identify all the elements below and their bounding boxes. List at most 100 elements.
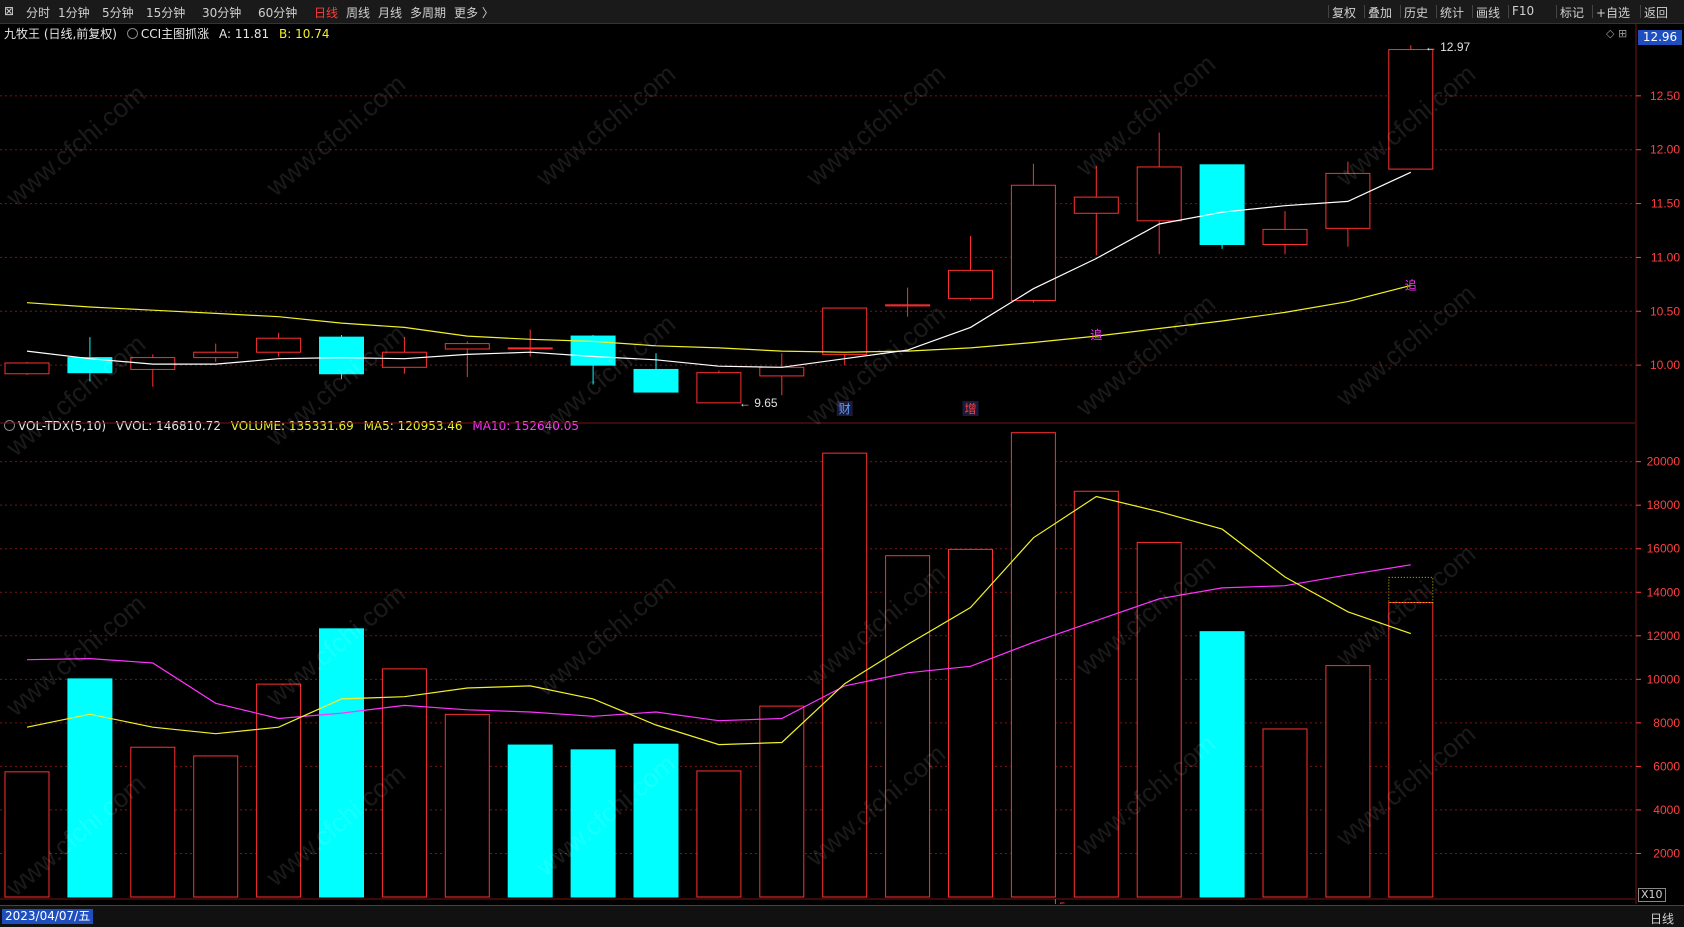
candle-body[interactable] (319, 336, 364, 375)
period-tab-10[interactable]: 更多 〉 (454, 4, 494, 21)
toolbar-button-8[interactable]: 返回 (1644, 4, 1668, 21)
period-tab-5[interactable]: 60分钟 (258, 4, 297, 21)
month-marker: 5 (1059, 901, 1065, 904)
volume-bar[interactable] (570, 749, 616, 898)
volume-bar[interactable] (130, 746, 176, 898)
candle-body[interactable] (885, 304, 931, 307)
toolbar-separator (1556, 5, 1557, 18)
volume-bar[interactable] (507, 744, 553, 898)
candle-body[interactable] (1388, 49, 1434, 170)
toolbar-separator (1400, 5, 1401, 18)
toolbar-button-1[interactable]: 叠加 (1368, 4, 1392, 21)
candle-body[interactable] (4, 362, 50, 375)
candle-body[interactable] (759, 366, 805, 377)
period-tab-7[interactable]: 周线 (346, 4, 370, 21)
price-extreme-label: ← 12.97 (1425, 40, 1471, 54)
price-tick-label: 11.50 (1651, 197, 1680, 211)
volume-tick-label: 16000 (1647, 542, 1681, 556)
toolbar-separator (1436, 5, 1437, 18)
ma-b-line (26, 284, 1411, 353)
volume-tick-label: 8000 (1653, 716, 1680, 730)
kline-chart[interactable]: 10.00 10.50 11.00 11.50 12.00 12.50 2000 4000 60… (0, 24, 1684, 904)
toolbar-separator (1328, 5, 1329, 18)
period-tab-3[interactable]: 15分钟 (146, 4, 185, 21)
volume-bar[interactable] (67, 678, 113, 898)
volume-bar[interactable] (193, 755, 239, 898)
candle-body[interactable] (444, 343, 490, 350)
period-tab-1[interactable]: 1分钟 (58, 4, 90, 21)
candle-body[interactable] (1136, 166, 1182, 222)
volume-bar[interactable] (256, 683, 302, 898)
event-marker[interactable]: 追 (1405, 277, 1417, 292)
price-tick-label: 12.50 (1650, 89, 1680, 103)
period-tab-9[interactable]: 多周期 (410, 4, 446, 21)
candle-body[interactable] (1010, 184, 1056, 302)
price-extreme-label: ← 9.65 (739, 396, 778, 410)
volume-tick-label: 4000 (1653, 803, 1680, 817)
volume-tick-label: 14000 (1647, 585, 1681, 599)
volume-bar[interactable] (1073, 490, 1119, 898)
candle-body[interactable] (1199, 164, 1245, 246)
candle-body[interactable] (633, 368, 679, 393)
candle-body[interactable] (193, 351, 239, 359)
candle-body[interactable] (948, 269, 993, 299)
vvol-projection (1388, 576, 1434, 603)
event-marker[interactable]: 财 (839, 402, 851, 416)
volume-bar[interactable] (948, 548, 993, 898)
volume-bar[interactable] (822, 452, 868, 898)
volume-bar[interactable] (1262, 728, 1308, 898)
period-tab-8[interactable]: 月线 (378, 4, 402, 21)
volume-bar[interactable] (1010, 432, 1056, 898)
volume-scale-label: X10 (1638, 888, 1666, 902)
volume-bar[interactable] (633, 743, 679, 898)
period-tab-0[interactable]: 分时 (26, 4, 50, 21)
toolbar-separator (1364, 5, 1365, 18)
volume-bar[interactable] (1199, 631, 1245, 898)
volume-bar[interactable] (381, 668, 427, 898)
volume-bar[interactable] (319, 628, 364, 898)
candle-body[interactable] (822, 307, 868, 355)
volume-tick-label: 20000 (1647, 455, 1681, 469)
volume-bar[interactable] (444, 713, 490, 898)
period-tab-6[interactable]: 日线 (314, 4, 338, 21)
candle-body[interactable] (1073, 196, 1119, 214)
candle-body[interactable] (507, 347, 553, 350)
volume-tick-label: 6000 (1653, 759, 1680, 773)
volume-bar[interactable] (885, 555, 931, 898)
collapse-icon[interactable]: ⊠ (4, 4, 14, 18)
period-tab-2[interactable]: 5分钟 (102, 4, 134, 21)
status-bar: 2023/04/07/五 日线 (0, 905, 1684, 927)
price-tick-label: 12.00 (1650, 143, 1680, 157)
event-marker[interactable]: 增 (964, 402, 976, 416)
volume-bar[interactable] (696, 770, 742, 898)
toolbar-button-4[interactable]: 画线 (1476, 4, 1500, 21)
toolbar-separator (1592, 5, 1593, 18)
volume-tick-label: 2000 (1653, 846, 1680, 860)
toolbar-button-5[interactable]: F10 (1512, 4, 1534, 18)
volume-bar[interactable] (1325, 665, 1371, 898)
volume-bar[interactable] (4, 771, 50, 898)
volume-tick-label: 12000 (1647, 629, 1681, 643)
period-label[interactable]: 日线 (1650, 910, 1674, 927)
toolbar-separator (1508, 5, 1509, 18)
volume-tick-label: 10000 (1647, 672, 1681, 686)
toolbar-button-7[interactable]: +自选 (1596, 4, 1630, 21)
candle-body[interactable] (1262, 228, 1308, 246)
toolbar-button-2[interactable]: 历史 (1404, 4, 1428, 21)
toolbar-button-3[interactable]: 统计 (1440, 4, 1464, 21)
price-tick-label: 10.00 (1650, 358, 1680, 372)
candle-body[interactable] (696, 372, 742, 404)
toolbar-separator (1472, 5, 1473, 18)
toolbar-button-0[interactable]: 复权 (1332, 4, 1356, 21)
price-tick-label: 10.50 (1650, 304, 1680, 318)
volume-bar[interactable] (759, 705, 805, 898)
volume-tick-label: 18000 (1647, 498, 1681, 512)
volume-bar[interactable] (1388, 601, 1434, 898)
toolbar-button-6[interactable]: 标记 (1560, 4, 1584, 21)
candle-body[interactable] (381, 351, 427, 368)
period-toolbar: ⊠ 分时 1分钟 5分钟 15分钟 30分钟 60分钟 日线 周线 月线 多周期 更多 〉 返回 +自选标… (0, 0, 1684, 24)
cursor-date: 2023/04/07/五 (2, 909, 94, 924)
candle-body[interactable] (256, 337, 302, 353)
event-marker[interactable]: 追 (1090, 327, 1102, 342)
period-tab-4[interactable]: 30分钟 (202, 4, 241, 21)
